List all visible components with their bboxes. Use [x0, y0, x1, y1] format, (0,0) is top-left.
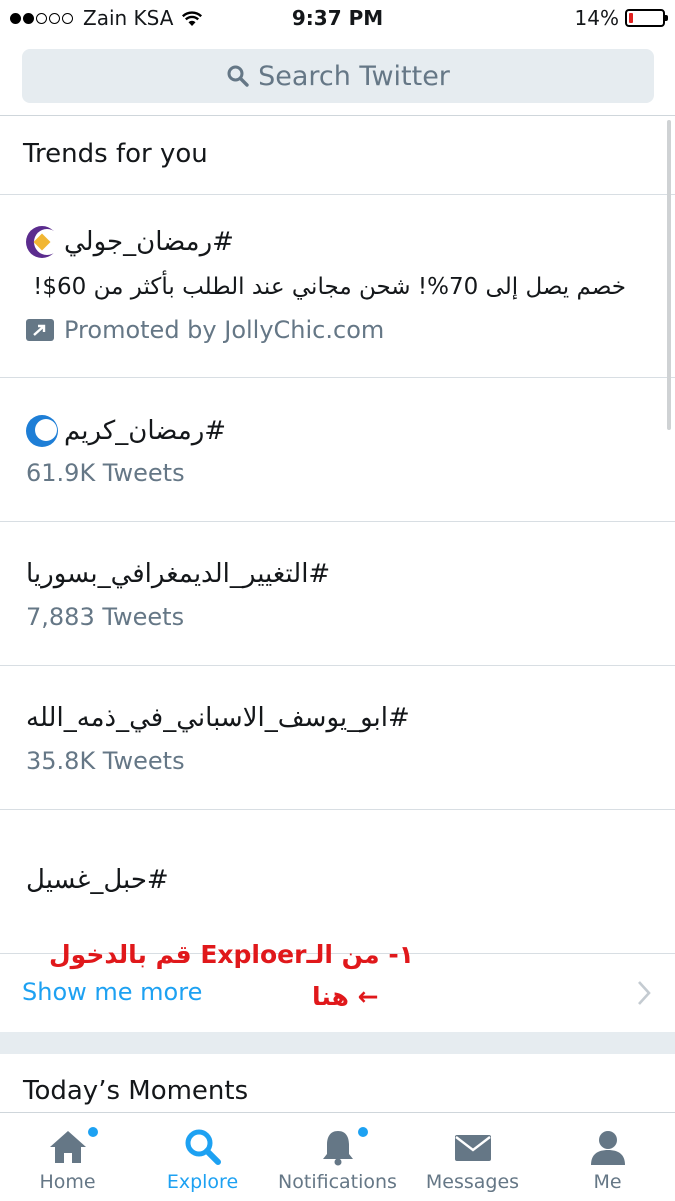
- status-right: 14%: [574, 6, 668, 30]
- promoted-arrow-icon: [26, 319, 54, 341]
- ramadan-badge-icon: [26, 226, 60, 258]
- trend-name-row: #حبل_غسيل: [26, 865, 169, 895]
- trend-item[interactable]: #ابو_يوسف_الاسباني_في_ذمه_الله 35.8K Twe…: [0, 665, 675, 809]
- search-icon: [227, 65, 249, 87]
- scrollbar[interactable]: [667, 120, 671, 430]
- annotation-arrow-text: هنا ←: [312, 982, 379, 1011]
- tab-label: Messages: [425, 1171, 520, 1193]
- trend-item-promoted[interactable]: #رمضان_جولي خصم يصل إلى 70%! شحن مجاني ع…: [0, 194, 675, 377]
- tab-home[interactable]: Home: [0, 1113, 135, 1201]
- search-icon: [185, 1129, 221, 1165]
- tab-label: Explore: [166, 1171, 239, 1193]
- home-icon: [49, 1131, 86, 1163]
- search-placeholder: Search Twitter: [258, 60, 450, 92]
- promoted-by-text: Promoted by JollyChic.com: [64, 316, 385, 344]
- annotation-instruction: ١- من الـExploer قم بالدخول: [48, 940, 414, 969]
- trend-name-row: #ابو_يوسف_الاسباني_في_ذمه_الله: [26, 703, 410, 733]
- tab-label: Notifications: [278, 1171, 397, 1193]
- battery-level-fill: [629, 13, 633, 23]
- tab-me[interactable]: Me: [540, 1113, 675, 1201]
- trend-item[interactable]: #حبل_غسيل: [0, 809, 675, 953]
- bell-icon: [322, 1131, 353, 1166]
- chevron-right-icon[interactable]: [634, 978, 654, 1008]
- moments-title: Today’s Moments: [23, 1076, 249, 1106]
- notification-dot: [88, 1127, 98, 1137]
- trend-name-row: #رمضان_جولي: [26, 226, 234, 258]
- tab-explore[interactable]: Explore: [135, 1113, 270, 1201]
- promoted-label: Promoted by JollyChic.com: [26, 316, 384, 344]
- battery-icon: [625, 9, 668, 27]
- tab-messages[interactable]: Messages: [405, 1113, 540, 1201]
- section-separator: [0, 1032, 675, 1054]
- trend-name-row: #التغيير_الديمغرافي_بسوريا: [26, 559, 330, 589]
- trends-title: Trends for you: [23, 139, 208, 169]
- tab-label: Me: [593, 1171, 622, 1193]
- tweet-count: 35.8K Tweets: [26, 747, 185, 775]
- divider: [0, 115, 675, 116]
- trend-item[interactable]: #رمضان_كريم 61.9K Tweets: [0, 377, 675, 521]
- tab-label: Home: [39, 1171, 96, 1193]
- status-bar: Zain KSA 9:37 PM 14%: [0, 0, 675, 40]
- notification-dot: [358, 1127, 368, 1137]
- battery-percentage: 14%: [574, 6, 619, 30]
- trend-hashtag: #حبل_غسيل: [26, 865, 169, 895]
- promo-description: خصم يصل إلى 70%! شحن مجاني عند الطلب بأك…: [33, 274, 626, 300]
- trend-hashtag: #رمضان_كريم: [64, 416, 227, 446]
- tweet-count: 61.9K Tweets: [26, 459, 185, 487]
- envelope-icon: [454, 1135, 491, 1161]
- search-bar[interactable]: Search Twitter: [22, 49, 654, 103]
- ramadan-crescent-icon: [26, 415, 58, 447]
- person-icon: [590, 1131, 625, 1165]
- trend-hashtag: #ابو_يوسف_الاسباني_في_ذمه_الله: [26, 703, 410, 733]
- tab-notifications[interactable]: Notifications: [270, 1113, 405, 1201]
- trend-hashtag: #رمضان_جولي: [64, 227, 234, 257]
- show-more-link[interactable]: Show me more: [22, 978, 202, 1006]
- trend-name-row: #رمضان_كريم: [26, 415, 226, 447]
- trend-item[interactable]: #التغيير_الديمغرافي_بسوريا 7,883 Tweets: [0, 521, 675, 665]
- tweet-count: 7,883 Tweets: [26, 603, 185, 631]
- tab-bar: Home Explore Notifications Messages Me: [0, 1112, 675, 1201]
- trend-hashtag: #التغيير_الديمغرافي_بسوريا: [26, 559, 331, 589]
